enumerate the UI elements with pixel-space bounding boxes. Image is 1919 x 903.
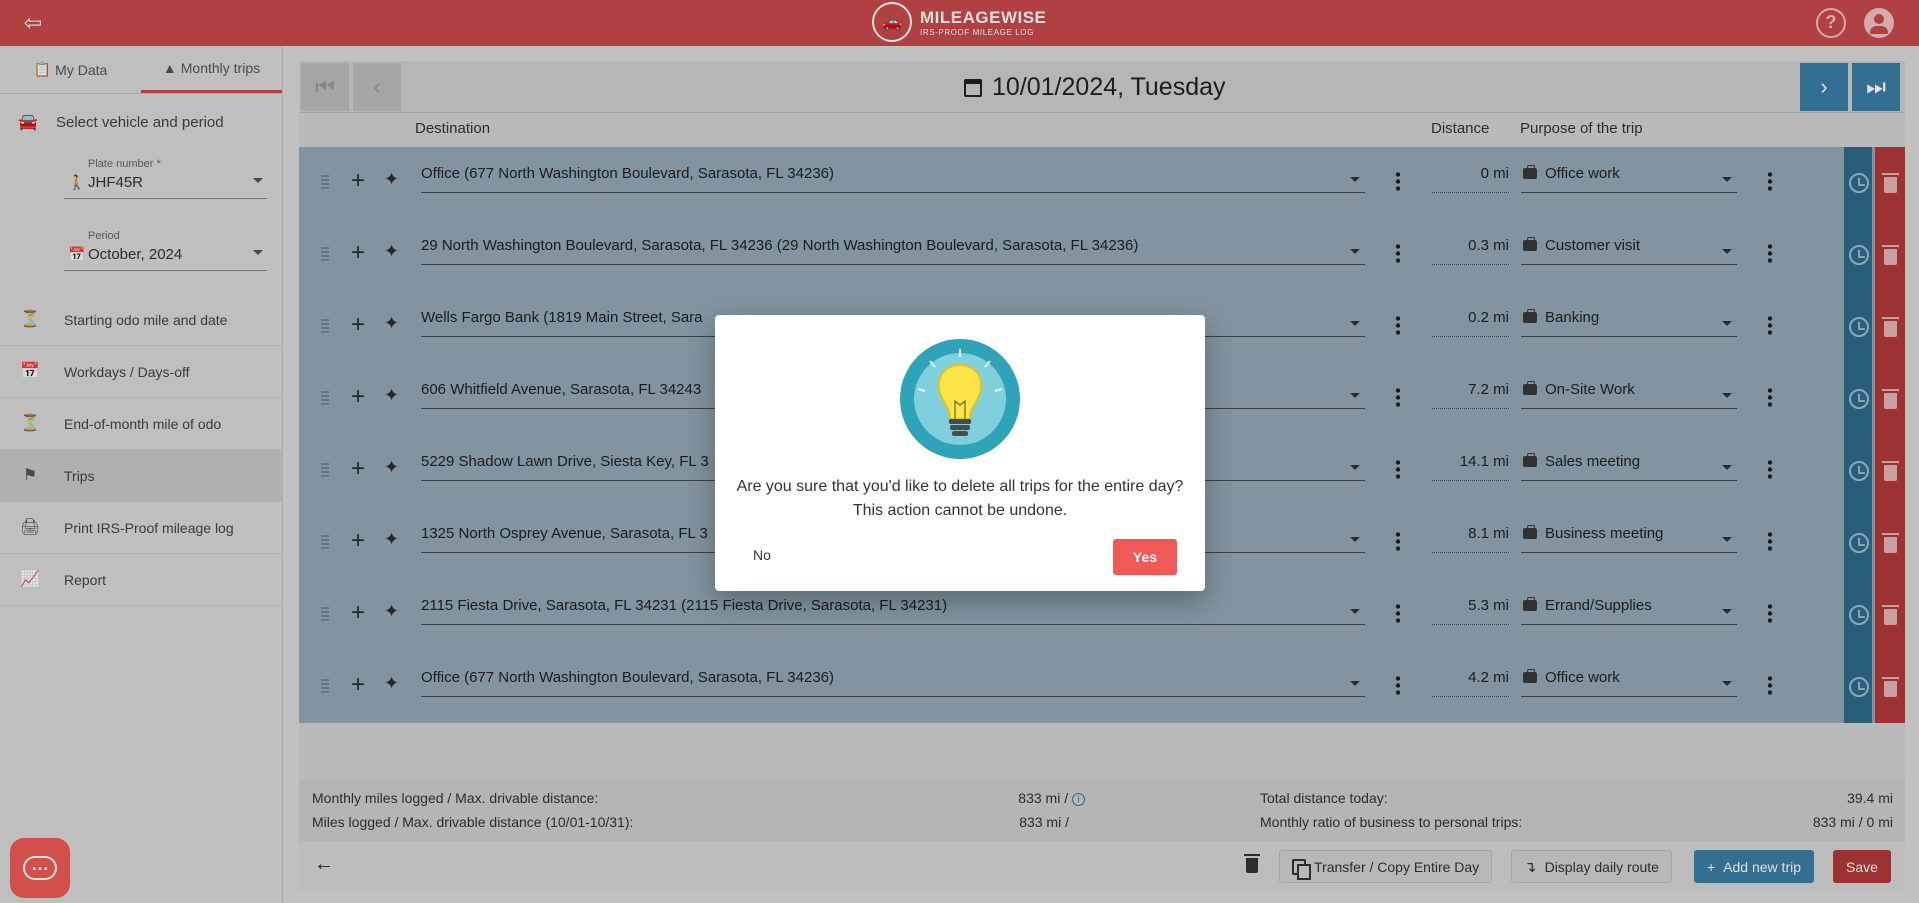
dialog-message-line2: This action cannot be undone. [852, 502, 1068, 519]
yes-button[interactable]: Yes [1113, 539, 1177, 575]
confirm-delete-dialog: Are you sure that you'd like to delete a… [715, 315, 1205, 591]
lightbulb-icon [900, 339, 1020, 459]
dialog-message-line1: Are you sure that you'd like to delete a… [736, 478, 1184, 495]
dialog-message: Are you sure that you'd like to delete a… [715, 475, 1205, 523]
no-button[interactable]: No [753, 547, 771, 563]
